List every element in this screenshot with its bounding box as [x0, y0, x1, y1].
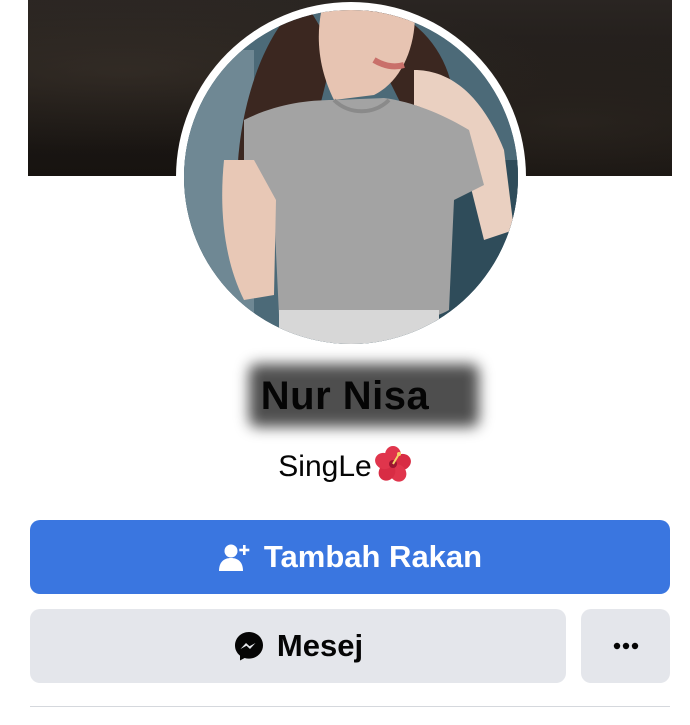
add-friend-label: Tambah Rakan [263, 539, 483, 574]
profile-name-container: Nur Nisa [0, 364, 690, 427]
profile-name: Nur Nisa [248, 364, 480, 427]
profile-name-text: Nur Nisa [260, 374, 430, 418]
add-friend-button[interactable]: Tambah Rakan [30, 520, 670, 594]
more-options-button[interactable] [581, 609, 670, 683]
messenger-icon [233, 630, 265, 662]
profile-picture[interactable] [184, 10, 518, 344]
profile-bio: SingLe [0, 446, 690, 484]
add-friend-icon [218, 542, 250, 572]
hibiscus-icon [374, 446, 412, 482]
message-label: Mesej [276, 628, 364, 663]
message-button[interactable]: Mesej [30, 609, 566, 683]
section-divider [30, 706, 670, 707]
more-dots-icon [613, 637, 639, 655]
profile-photo-illustration [184, 10, 518, 344]
bio-text: SingLe [278, 450, 372, 483]
profile-picture-frame [176, 2, 526, 352]
profile-page: Nur Nisa SingLe Tambah Rakan Mesej [0, 0, 690, 725]
